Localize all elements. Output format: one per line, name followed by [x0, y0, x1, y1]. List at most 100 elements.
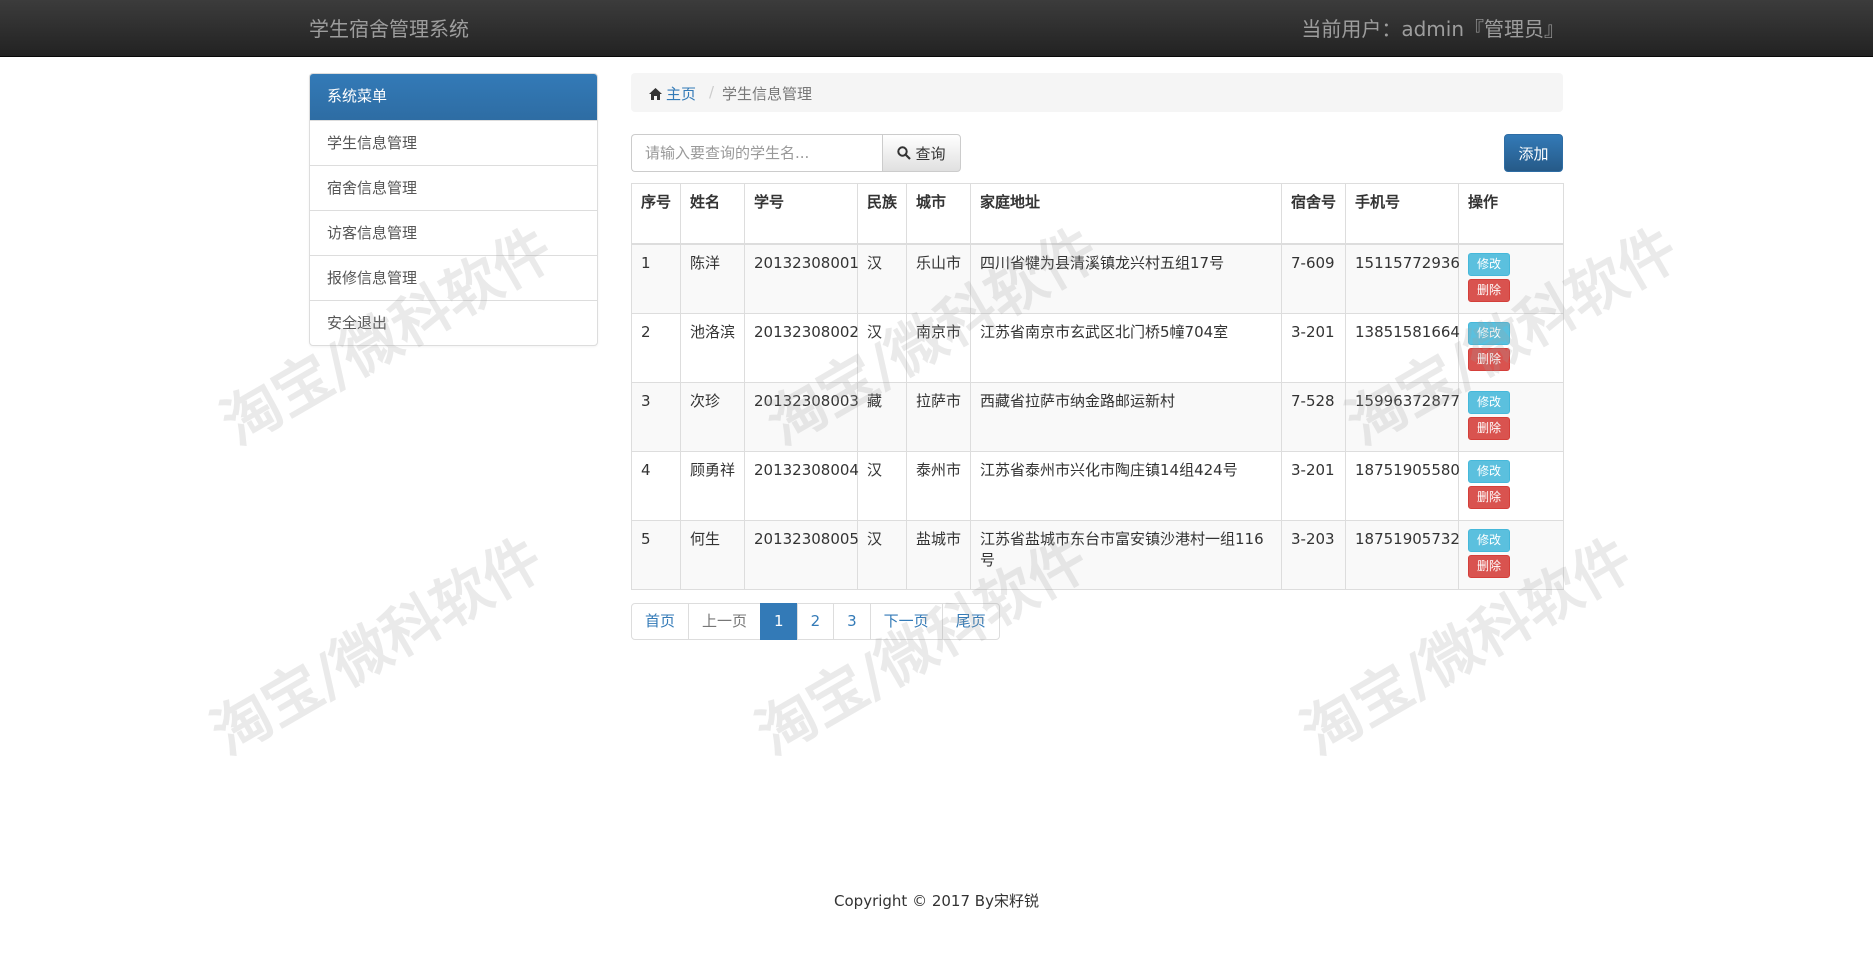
cell-ethnicity: 汉	[857, 451, 907, 521]
table-row: 2 池洛滨 20132308002 汉 南京市 江苏省南京市玄武区北门桥5幢70…	[631, 313, 1564, 383]
footer-copyright: Copyright © 2017 By宋籽锐	[834, 892, 1039, 910]
sidebar-heading: 系统菜单	[310, 74, 597, 120]
cell-name: 何生	[680, 520, 745, 590]
sidebar-item-logout[interactable]: 安全退出	[310, 300, 597, 345]
cell-phone: 18751905732	[1345, 520, 1460, 590]
table-header-row: 序号 姓名 学号 民族 城市 家庭地址 宿舍号 手机号 操作	[631, 183, 1564, 245]
col-header-index: 序号	[631, 183, 681, 245]
page-2[interactable]: 2	[796, 603, 835, 640]
delete-button[interactable]: 删除	[1468, 486, 1510, 509]
student-table: 序号 姓名 学号 民族 城市 家庭地址 宿舍号 手机号 操作 1 陈洋 2013…	[631, 183, 1564, 590]
col-header-name: 姓名	[680, 183, 745, 245]
cell-actions: 修改 删除	[1458, 451, 1564, 521]
col-header-city: 城市	[906, 183, 971, 245]
cell-name: 池洛滨	[680, 313, 745, 383]
cell-actions: 修改 删除	[1458, 382, 1564, 452]
cell-address: 江苏省盐城市东台市富安镇沙港村一组116号	[970, 520, 1282, 590]
cell-city: 盐城市	[906, 520, 971, 590]
cell-phone: 15115772936	[1345, 243, 1460, 314]
col-header-dorm: 宿舍号	[1281, 183, 1346, 245]
sidebar-item-visitor-info[interactable]: 访客信息管理	[310, 210, 597, 255]
delete-button[interactable]: 删除	[1468, 348, 1510, 371]
cell-address: 西藏省拉萨市纳金路邮运新村	[970, 382, 1282, 452]
breadcrumb-home-label: 主页	[666, 85, 697, 103]
page-1[interactable]: 1	[760, 603, 798, 640]
cell-phone: 13851581664	[1345, 313, 1460, 383]
edit-button[interactable]: 修改	[1468, 322, 1510, 345]
edit-button[interactable]: 修改	[1468, 253, 1510, 276]
cell-index: 2	[631, 313, 681, 383]
breadcrumb-separator: /	[709, 83, 715, 101]
cell-student-id: 20132308004	[744, 451, 859, 521]
col-header-actions: 操作	[1458, 183, 1564, 245]
col-header-address: 家庭地址	[970, 183, 1282, 245]
current-user-label: 当前用户：admin『管理员』	[1301, 17, 1564, 41]
cell-phone: 15996372877	[1345, 382, 1460, 452]
cell-name: 陈洋	[680, 243, 745, 314]
breadcrumb-current: 学生信息管理	[722, 85, 813, 103]
pagination: 首页 上一页 1 2 3 下一页 尾页	[631, 603, 1000, 640]
cell-address: 江苏省泰州市兴化市陶庄镇14组424号	[970, 451, 1282, 521]
cell-ethnicity: 汉	[857, 313, 907, 383]
delete-button[interactable]: 删除	[1468, 279, 1510, 302]
cell-city: 拉萨市	[906, 382, 971, 452]
edit-button[interactable]: 修改	[1468, 460, 1510, 483]
breadcrumb-home-link[interactable]: 主页	[648, 83, 696, 104]
cell-dorm: 7-528	[1281, 382, 1346, 452]
cell-ethnicity: 藏	[857, 382, 907, 452]
col-header-ethnicity: 民族	[857, 183, 907, 245]
page-prev[interactable]: 上一页	[688, 603, 762, 640]
sidebar-item-repair-info[interactable]: 报修信息管理	[310, 255, 597, 300]
cell-city: 乐山市	[906, 243, 971, 314]
cell-dorm: 7-609	[1281, 243, 1346, 314]
cell-address: 四川省犍为县清溪镇龙兴村五组17号	[970, 243, 1282, 314]
cell-actions: 修改 删除	[1458, 313, 1564, 383]
page-3[interactable]: 3	[833, 603, 871, 640]
cell-index: 1	[631, 243, 681, 314]
col-header-phone: 手机号	[1345, 183, 1459, 245]
cell-dorm: 3-201	[1281, 313, 1346, 383]
add-student-button[interactable]: 添加	[1504, 134, 1563, 172]
sidebar-item-student-info[interactable]: 学生信息管理	[310, 120, 597, 165]
table-row: 1 陈洋 20132308001 汉 乐山市 四川省犍为县清溪镇龙兴村五组17号…	[631, 243, 1564, 314]
cell-city: 南京市	[906, 313, 971, 383]
cell-city: 泰州市	[906, 451, 971, 521]
cell-phone: 18751905580	[1345, 451, 1460, 521]
cell-student-id: 20132308001	[744, 243, 859, 314]
cell-student-id: 20132308003	[744, 382, 859, 452]
cell-student-id: 20132308005	[744, 520, 859, 590]
cell-name: 顾勇祥	[680, 451, 745, 521]
page-first[interactable]: 首页	[631, 603, 690, 640]
cell-name: 次珍	[680, 382, 745, 452]
edit-button[interactable]: 修改	[1468, 529, 1510, 552]
cell-student-id: 20132308002	[744, 313, 859, 383]
search-button-label: 查询	[915, 144, 946, 163]
edit-button[interactable]: 修改	[1468, 391, 1510, 414]
top-navbar: 学生宿舍管理系统 当前用户：admin『管理员』	[0, 0, 1873, 57]
cell-dorm: 3-203	[1281, 520, 1346, 590]
sidebar-menu: 系统菜单 学生信息管理 宿舍信息管理 访客信息管理 报修信息管理 安全退出	[309, 73, 598, 346]
page-last[interactable]: 尾页	[941, 603, 1000, 640]
search-icon	[897, 146, 912, 160]
table-row: 5 何生 20132308005 汉 盐城市 江苏省盐城市东台市富安镇沙港村一组…	[631, 520, 1564, 590]
cell-actions: 修改 删除	[1458, 243, 1564, 314]
delete-button[interactable]: 删除	[1468, 417, 1510, 440]
col-header-student-id: 学号	[744, 183, 858, 245]
app-title[interactable]: 学生宿舍管理系统	[309, 13, 469, 42]
delete-button[interactable]: 删除	[1468, 555, 1510, 578]
cell-address: 江苏省南京市玄武区北门桥5幢704室	[970, 313, 1282, 383]
home-icon	[649, 88, 662, 100]
cell-index: 5	[631, 520, 681, 590]
page-next[interactable]: 下一页	[869, 603, 943, 640]
cell-index: 3	[631, 382, 681, 452]
search-button[interactable]: 查询	[882, 134, 961, 172]
cell-index: 4	[631, 451, 681, 521]
cell-ethnicity: 汉	[857, 520, 907, 590]
cell-actions: 修改 删除	[1458, 520, 1564, 590]
table-row: 3 次珍 20132308003 藏 拉萨市 西藏省拉萨市纳金路邮运新村 7-5…	[631, 382, 1564, 452]
student-search-input[interactable]	[631, 134, 882, 172]
sidebar-item-dorm-info[interactable]: 宿舍信息管理	[310, 165, 597, 210]
watermark: 淘宝/微科软件	[200, 524, 554, 769]
breadcrumb: 主页 / 学生信息管理	[631, 73, 1563, 112]
table-row: 4 顾勇祥 20132308004 汉 泰州市 江苏省泰州市兴化市陶庄镇14组4…	[631, 451, 1564, 521]
